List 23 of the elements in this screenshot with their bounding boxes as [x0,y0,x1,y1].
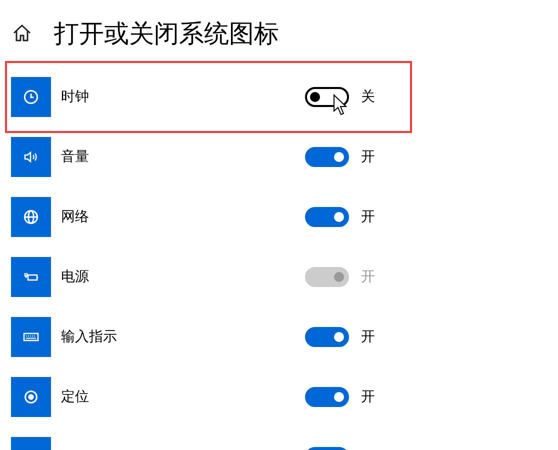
toggle-state: 关 [361,88,375,106]
toggle-state: 开 [361,388,375,406]
toggle-switch[interactable] [305,87,349,107]
home-icon[interactable] [12,22,32,42]
setting-label: 输入指示 [61,328,118,346]
clock-icon [23,89,39,105]
toggle-switch[interactable] [305,207,349,227]
location-icon [23,389,39,405]
toggle-switch[interactable] [305,387,349,407]
setting-label: 定位 [61,388,90,406]
toggle-switch[interactable] [305,327,349,347]
speaker-icon [23,149,39,165]
setting-label: 电源 [61,268,90,286]
page-title: 打开或关闭系统图标 [54,18,279,50]
globe-icon [23,209,39,225]
toggle-state: 开 [361,148,375,166]
toggle-state: 开 [361,208,375,226]
toggle-state: 开 [361,268,375,286]
setting-label: 网络 [61,208,90,226]
setting-label: 音量 [61,148,90,166]
setting-label: 时钟 [61,88,90,106]
toggle-switch[interactable] [305,147,349,167]
toggle-state: 开 [361,328,375,346]
